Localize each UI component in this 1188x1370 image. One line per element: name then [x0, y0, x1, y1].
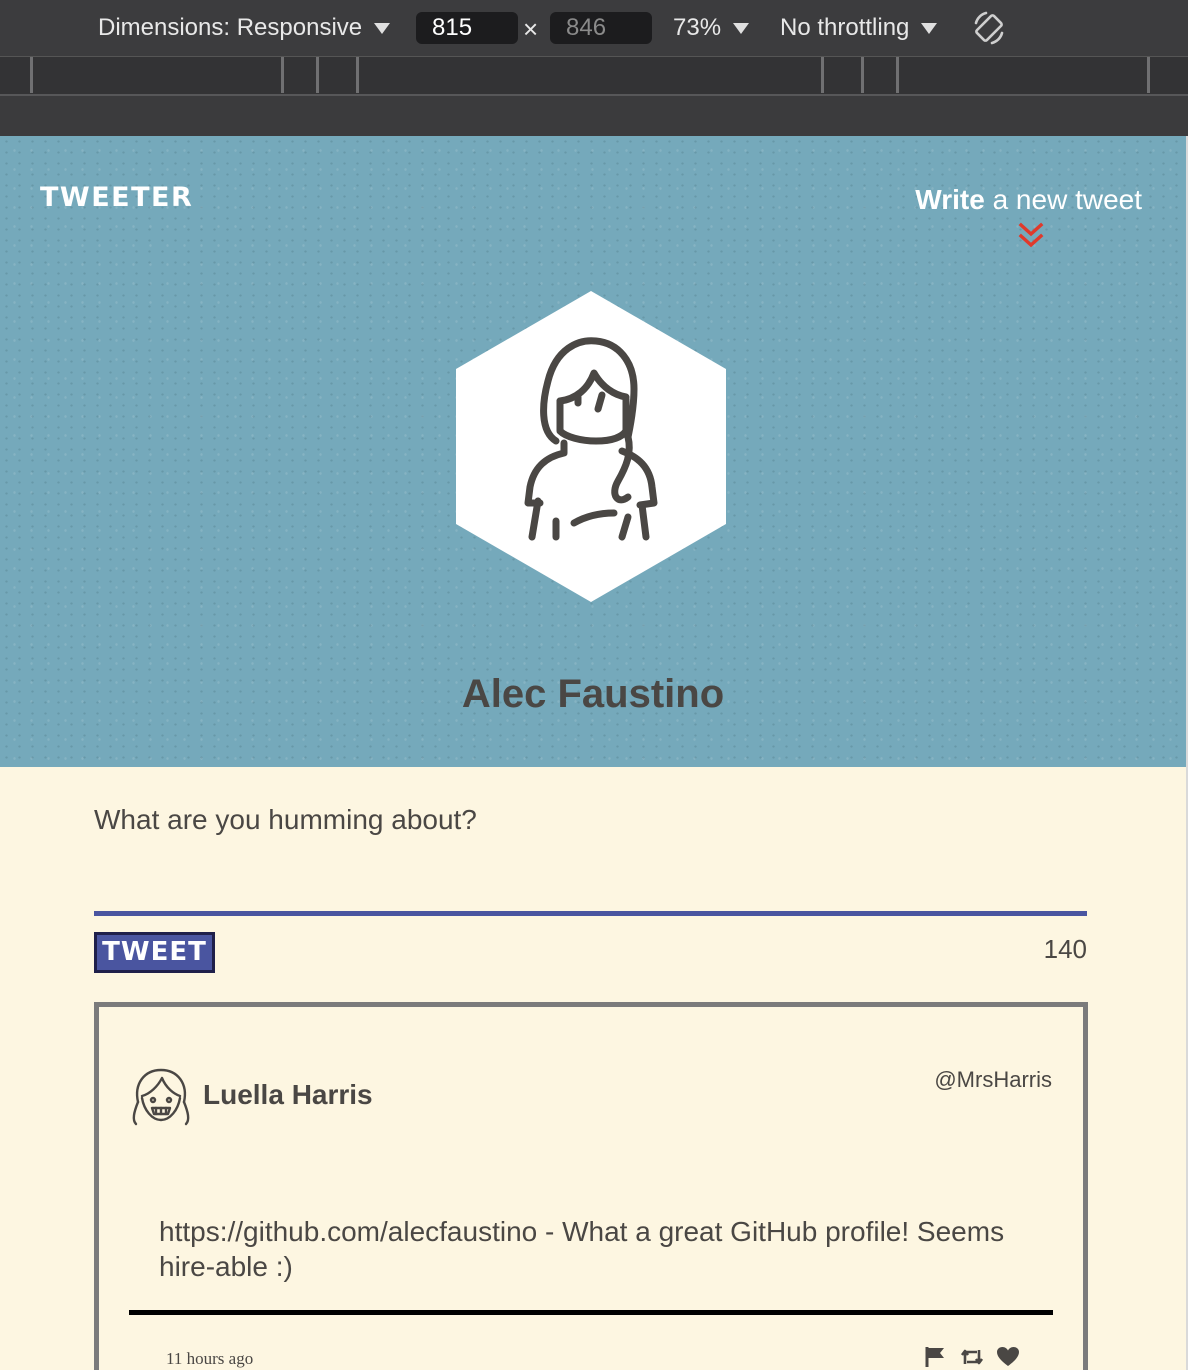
- width-input[interactable]: 815: [416, 12, 518, 44]
- profile-name: Alec Faustino: [461, 672, 725, 716]
- tweet-divider: [129, 1310, 1053, 1315]
- height-input[interactable]: 846: [550, 12, 652, 44]
- compose-underline: [94, 911, 1087, 916]
- tweet-author-name: Luella Harris: [203, 1079, 373, 1110]
- tweet-compose-input[interactable]: [94, 804, 1087, 894]
- throttling-caret-icon: [921, 22, 938, 34]
- write-new-tweet-link[interactable]: Write a new tweet: [915, 184, 1142, 216]
- retweet-icon[interactable]: [960, 1346, 984, 1368]
- dimensions-dropdown[interactable]: Dimensions: Responsive: [98, 0, 391, 56]
- devtools-toolbar: Dimensions: Responsive 815 × 846 73% No …: [0, 0, 1188, 56]
- media-query-bar[interactable]: [0, 56, 1188, 94]
- write-bold-text: Write: [915, 184, 985, 215]
- tweet-submit-button[interactable]: TWEET: [94, 932, 215, 973]
- tweet-author-handle: @MrsHarris: [934, 1067, 1052, 1092]
- flag-icon[interactable]: [924, 1346, 948, 1368]
- site-logo[interactable]: TWEETER: [40, 182, 193, 213]
- zoom-caret-icon: [733, 22, 750, 34]
- dimensions-caret-icon: [374, 22, 391, 34]
- tweet-text: https://github.com/alecfaustino - What a…: [159, 1216, 1005, 1282]
- girl-avatar-icon: [132, 1068, 190, 1126]
- ruler-bar: [0, 94, 1188, 136]
- zoom-label: 73%: [673, 14, 722, 41]
- throttling-dropdown[interactable]: No throttling: [780, 0, 938, 56]
- tweet-timestamp: 11 hours ago: [166, 1349, 254, 1368]
- double-chevron-down-icon[interactable]: [1018, 222, 1044, 250]
- throttling-label: No throttling: [780, 14, 910, 41]
- character-counter: 140: [1043, 934, 1087, 964]
- woman-avatar-icon: [456, 291, 726, 602]
- write-rest-text: a new tweet: [984, 184, 1142, 215]
- rotate-device-icon[interactable]: [970, 0, 1008, 56]
- zoom-dropdown[interactable]: 73%: [673, 0, 750, 56]
- dimensions-label: Dimensions: Responsive: [98, 14, 363, 41]
- tweet-actions: [924, 1345, 1020, 1369]
- dimension-times-sign: ×: [523, 14, 539, 44]
- heart-icon[interactable]: [996, 1346, 1020, 1368]
